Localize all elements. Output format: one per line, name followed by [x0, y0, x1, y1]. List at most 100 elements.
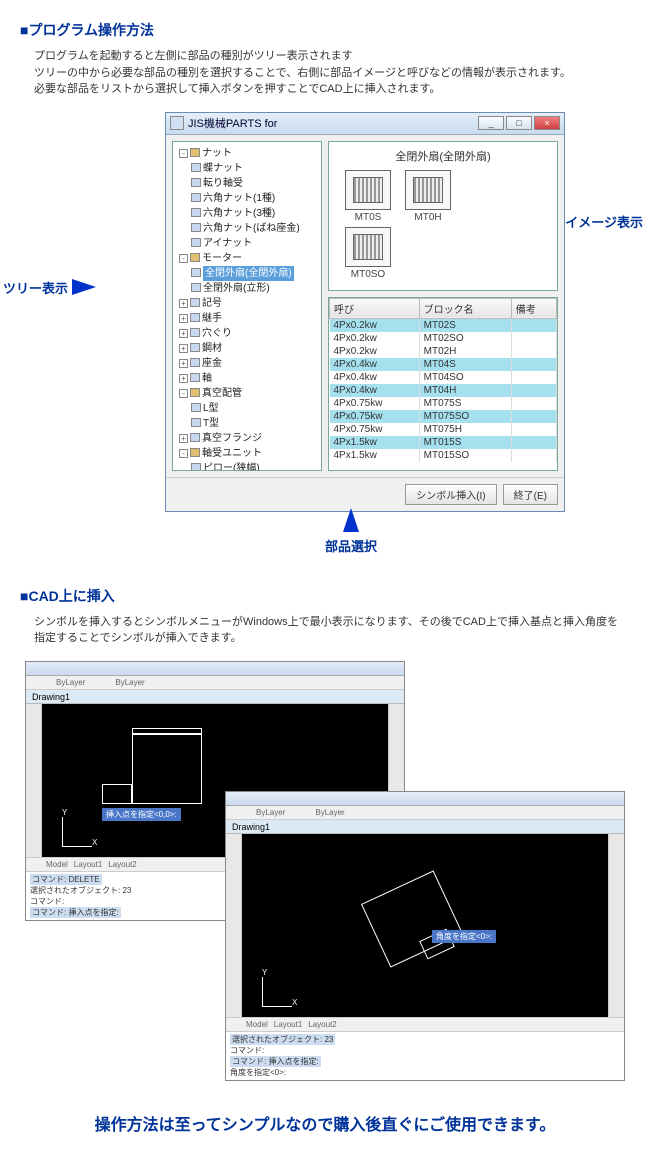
tree-item[interactable]: 六角ナット(ばね座金) — [191, 221, 319, 236]
preview-code: MT0H — [405, 212, 451, 223]
tree-pane[interactable]: -ナット蝶ナット転り軸受六角ナット(1種)六角ナット(3種) 六角ナット(ばね座金… — [172, 141, 322, 471]
cad-tab[interactable]: Model — [246, 1020, 268, 1029]
parts-table[interactable]: 呼び ブロック名 備考 4Px0.2kwMT02S4Px0.2kwMT02SO4… — [328, 297, 558, 471]
collapse-icon[interactable]: - — [179, 149, 188, 158]
expand-icon[interactable]: + — [179, 374, 188, 383]
expand-icon[interactable]: + — [179, 299, 188, 308]
table-cell — [511, 436, 556, 449]
item-icon — [190, 373, 200, 382]
table-cell: MT075S — [419, 397, 511, 410]
cad-drawing-tab[interactable]: Drawing1 — [26, 690, 404, 704]
tree-item[interactable]: +座金 — [179, 356, 319, 371]
table-row[interactable]: 4Px0.2kwMT02H — [330, 345, 557, 358]
table-row[interactable]: 4Px0.75kwMT075H — [330, 423, 557, 436]
tree-item-label: 鋼材 — [202, 343, 222, 354]
tree-item[interactable]: アイナット — [191, 236, 319, 251]
item-icon — [191, 208, 201, 217]
expand-icon[interactable]: + — [179, 344, 188, 353]
tree-item-label: 六角ナット(ばね座金) — [203, 223, 300, 234]
cad-left-toolbar[interactable] — [26, 704, 42, 857]
table-row[interactable]: 4Px0.75kwMT075S — [330, 397, 557, 410]
table-cell: 4Px0.2kw — [330, 345, 420, 358]
insert-symbol-button[interactable]: シンボル挿入(I) — [405, 484, 496, 505]
cad-viewport[interactable]: 角度を指定<0>: Y X — [242, 834, 608, 1017]
table-row[interactable]: 4Px0.4kwMT04SO — [330, 371, 557, 384]
desc-line: 必要な部品をリストから選択して挿入ボタンを押すことでCAD上に挿入されます。 — [34, 81, 630, 98]
tree-item[interactable]: -軸受ユニット — [179, 446, 319, 461]
arrow-up-icon — [343, 508, 359, 532]
tree-item[interactable]: -真空配管 — [179, 386, 319, 401]
col-header[interactable]: 呼び — [330, 298, 420, 318]
bylayer-label: ByLayer — [56, 678, 85, 687]
tree-item[interactable]: +軸 — [179, 371, 319, 386]
cad-tab[interactable]: Layout2 — [108, 860, 136, 869]
cad-tab[interactable]: Layout1 — [74, 860, 102, 869]
table-cell — [511, 358, 556, 371]
tree-item[interactable]: +継手 — [179, 311, 319, 326]
preview-item[interactable]: MT0S — [345, 170, 391, 223]
footer-message: 操作方法は至ってシンプルなので購入後直ぐにご使用できます。 — [20, 1111, 630, 1135]
exit-button[interactable]: 終了(E) — [503, 484, 558, 505]
tree-item[interactable]: 蝶ナット — [191, 161, 319, 176]
table-row[interactable]: 4Px0.2kwMT02S — [330, 318, 557, 332]
preview-item[interactable]: MT0H — [405, 170, 451, 223]
tree-item-label: 蝶ナット — [203, 163, 243, 174]
col-header[interactable]: 備考 — [511, 298, 556, 318]
cmd-line: 角度を指定<0>: — [230, 1067, 620, 1078]
expand-icon[interactable]: + — [179, 314, 188, 323]
table-row[interactable]: 4Px0.4kwMT04S — [330, 358, 557, 371]
cad-drawing-tab[interactable]: Drawing1 — [226, 820, 624, 834]
table-cell: MT04S — [419, 358, 511, 371]
folder-icon — [190, 253, 200, 262]
tree-item[interactable]: + 鋼材 — [179, 341, 319, 356]
cad-tab[interactable]: Layout1 — [274, 1020, 302, 1029]
cad-right-toolbar[interactable] — [608, 834, 624, 1017]
maximize-button[interactable]: □ — [506, 116, 532, 130]
tree-item[interactable]: -ナット — [179, 146, 319, 161]
table-cell: 4Px0.75kw — [330, 423, 420, 436]
tree-item[interactable]: 全閉外扇(立形) — [191, 281, 319, 296]
tree-item[interactable]: 六角ナット(1種) — [191, 191, 319, 206]
collapse-icon[interactable]: - — [179, 389, 188, 398]
tree-item[interactable]: 全閉外扇(全閉外扇) — [191, 266, 319, 281]
tree-item[interactable]: 六角ナット(3種) — [191, 206, 319, 221]
table-row[interactable]: 4Px0.75kwMT075SO — [330, 410, 557, 423]
item-icon — [191, 403, 201, 412]
expand-icon[interactable]: + — [179, 329, 188, 338]
cad-toolbar[interactable]: ByLayer ByLayer — [26, 676, 404, 690]
expand-icon[interactable]: + — [179, 359, 188, 368]
desc-line: プログラムを起動すると左側に部品の種別がツリー表示されます — [34, 48, 630, 65]
cad-toolbar[interactable]: ByLayer ByLayer — [226, 806, 624, 820]
preview-item[interactable]: MT0SO — [345, 227, 391, 280]
tree-item[interactable]: T型 — [191, 416, 319, 431]
close-button[interactable]: × — [534, 116, 560, 130]
table-row[interactable]: 4Px1.5kwMT015S — [330, 436, 557, 449]
tree-item[interactable]: +記号 — [179, 296, 319, 311]
app-icon — [170, 116, 184, 130]
cad-tab-row[interactable]: Model Layout1 Layout2 — [226, 1017, 624, 1031]
table-row[interactable]: 4Px1.5kwMT015SO — [330, 449, 557, 462]
cad-left-toolbar[interactable] — [226, 834, 242, 1017]
minimize-button[interactable]: _ — [478, 116, 504, 130]
tree-item[interactable]: 転り軸受 — [191, 176, 319, 191]
table-row[interactable]: 4Px0.2kwMT02SO — [330, 332, 557, 345]
tree-item[interactable]: L型 — [191, 401, 319, 416]
cad-tab[interactable]: Model — [46, 860, 68, 869]
item-icon — [191, 268, 201, 277]
app-window: JIS機械PARTS for _ □ × -ナット蝶ナット転り軸受六角ナット(1… — [165, 112, 565, 512]
cad-tab[interactable]: Layout2 — [308, 1020, 336, 1029]
table-cell: 4Px0.4kw — [330, 371, 420, 384]
tree-item[interactable]: ピロー(狭幅) — [191, 461, 319, 471]
table-cell — [511, 345, 556, 358]
collapse-icon[interactable]: - — [179, 449, 188, 458]
table-row[interactable]: 4Px0.4kwMT04H — [330, 384, 557, 397]
collapse-icon[interactable]: - — [179, 254, 188, 263]
tree-item[interactable]: +穴ぐり — [179, 326, 319, 341]
tree-item[interactable]: -モーター — [179, 251, 319, 266]
col-header[interactable]: ブロック名 — [419, 298, 511, 318]
cmd-line: コマンド: DELETE — [30, 874, 102, 885]
desc-line: シンボルを挿入するとシンボルメニューがWindows上で最小表示になります、その… — [34, 614, 630, 631]
tree-item[interactable]: +真空フランジ — [179, 431, 319, 446]
expand-icon[interactable]: + — [179, 434, 188, 443]
table-cell: 4Px0.2kw — [330, 332, 420, 345]
